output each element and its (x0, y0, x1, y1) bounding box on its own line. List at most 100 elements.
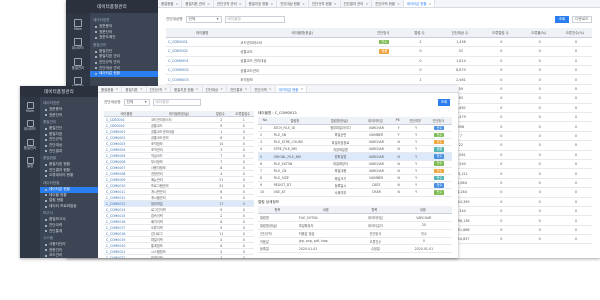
tab[interactable]: 품질현황 × (98, 86, 123, 92)
close-icon[interactable]: × (270, 2, 273, 6)
column-header[interactable]: 오류컬럼 수 (481, 28, 520, 38)
tab[interactable]: 품질지표 × (122, 86, 147, 92)
column-header[interactable]: 테이블명 (166, 28, 239, 38)
table-row[interactable]: 2 FILE_SN 파일순번 NUMBER Y Y 전수 (258, 131, 452, 140)
table-row[interactable]: 1 ATCH_FILE_ID 첨부파일아이디 VARCHAR Y Y 전수 (258, 124, 452, 132)
tab[interactable]: 품질지표 관리 × (182, 0, 214, 7)
table-name-input-back[interactable]: 테이블명 (152, 98, 201, 106)
sidebar-item[interactable]: 코드관리 (40, 253, 98, 258)
table-row[interactable]: 진단규칙 허용값 점검 진단방식 전수 (258, 229, 452, 238)
column-header[interactable]: 진단여부 (405, 117, 425, 125)
table-row[interactable]: 컬럼명 FILE_EXTSN 데이터타입 VARCHAR (258, 213, 452, 223)
close-icon[interactable]: × (164, 87, 167, 91)
close-icon[interactable]: × (365, 2, 368, 6)
tab[interactable]: 진단이력 현황 × (372, 0, 404, 7)
table-cell: 샘플 (366, 46, 401, 57)
close-icon[interactable]: × (244, 87, 247, 91)
column-header[interactable]: 항목 (354, 206, 394, 215)
close-icon[interactable]: × (302, 2, 305, 6)
column-header[interactable]: 내용 (296, 206, 355, 215)
close-icon[interactable]: × (429, 2, 432, 6)
table-row[interactable]: C_CDE0002 공통코드 샘플 0 52 0 0 0 (166, 46, 592, 57)
tab[interactable]: 진단대상 × (203, 86, 227, 92)
table-row[interactable]: 컬럼명(한글) 파일확장자 데이터길이 20 (258, 221, 452, 230)
nav-gear[interactable]: 설정 (20, 157, 40, 168)
table-row[interactable]: C_COM0001 공통코드 관리대상 0 1,814 0 0 0 (166, 56, 592, 67)
table-row[interactable]: 등록일 2020-01-01 수정일 2020-01-01 (258, 244, 452, 254)
close-icon[interactable]: × (140, 87, 143, 91)
column-header[interactable]: 오류건수(%) (557, 28, 592, 38)
nav-check[interactable]: 품질관리 (66, 57, 90, 70)
table-row[interactable]: C_CDE0001 코드관리마스터 전수 2 1,456 0 0 0 (166, 37, 592, 48)
table-row[interactable]: 허용값 jpg, png, pdf, hwp 오류건수 0 (258, 237, 452, 246)
tab[interactable]: 진단규칙 관리 × (214, 0, 246, 7)
table-cell: 9 (258, 181, 272, 190)
search-button[interactable]: 조회 (555, 15, 569, 23)
column-header[interactable]: 내용 (393, 206, 452, 215)
sidebar-item[interactable]: 데이터값 현황 (90, 71, 158, 77)
table-row[interactable]: C_COM0003 조직정보 1 2,461 0 0 0 (166, 74, 592, 85)
tab[interactable]: 품질현황 × (158, 0, 183, 7)
scope-select-back[interactable]: 전체 ▾ (123, 98, 150, 106)
scope-select[interactable]: 전체 ▾ (185, 15, 222, 23)
table-row[interactable]: 9 REGIST_DT 등록일시 DATE N Y 전수 (258, 181, 452, 190)
table-row[interactable]: C_COM0022 환경설정 3 0 (104, 254, 254, 258)
column-header[interactable]: 컬럼명 (271, 117, 319, 125)
tab[interactable]: 진단대상 현황 × (277, 0, 309, 7)
column-header[interactable]: 오류율(%) (519, 28, 558, 38)
table-row[interactable]: 4 STRE_FILE_NM 저장파일명 VARCHAR N Y 샘플 (258, 145, 452, 154)
tab[interactable]: 데이터값 현황 × (275, 86, 308, 92)
nav-grid[interactable]: Main (66, 19, 90, 31)
close-icon[interactable]: × (115, 87, 118, 91)
close-icon[interactable]: × (220, 87, 223, 91)
column-list-table: No 컬럼명 컬럼명(한글) 데이터타입 PK 진단여부 진단방식 1 ATCH_FILE_ID… (258, 117, 452, 197)
column-header[interactable]: 컬럼 수 (400, 28, 439, 38)
table-list: 테이블명 테이블명(한글) 컬럼수 오류컬럼수 C_CDE0001 코드관리마스터 2 1 C_… (104, 111, 254, 258)
table-row[interactable]: 5 ORIGNL_FILE_NM 원파일명 VARCHAR N Y 전수 (258, 152, 452, 161)
tab[interactable]: 진단규칙 현황 × (309, 0, 341, 7)
tab[interactable]: 진단결과 × (227, 86, 252, 92)
table-row[interactable]: 6 FILE_EXTSN 파일확장자 VARCHAR N Y 전수 (258, 160, 452, 168)
table-row[interactable]: 10 USE_AT 사용여부 CHAR N Y 전수 (258, 188, 452, 197)
nav-chart[interactable]: 대시보드 (20, 120, 40, 131)
tab-label: 진단이력 현황 (375, 2, 395, 6)
nav-chart[interactable]: 대시보드 (66, 38, 90, 50)
close-icon[interactable]: × (397, 2, 400, 6)
tab[interactable]: 데이터값 현황 × (403, 0, 436, 7)
table-row[interactable]: 3 FILE_STRE_COURS 파일저장경로 VARCHAR N Y 전수 (258, 138, 452, 147)
table-name-input[interactable]: 테이블명 (224, 15, 285, 23)
table-row[interactable]: 7 FILE_CN 파일내용 VARCHAR N Y 전수 (258, 167, 452, 176)
column-header[interactable]: No (258, 117, 272, 125)
table-cell: 전수 (424, 174, 452, 183)
download-button[interactable]: 다운로드 (572, 15, 592, 23)
column-header[interactable]: 컬럼명(한글) (318, 117, 361, 125)
close-icon[interactable]: × (239, 2, 242, 6)
column-header[interactable]: 테이블명(한글) (238, 28, 367, 38)
tab-label: 품질현황 (161, 2, 174, 6)
column-header[interactable]: PK (389, 117, 406, 125)
table-cell: VARCHAR (393, 213, 452, 223)
column-header[interactable]: 진단방식 (366, 28, 401, 38)
close-icon[interactable]: × (300, 87, 303, 91)
table-row[interactable]: C_COM0002 공통코드관리 0 8,870 0 0 0 (166, 65, 592, 76)
column-header[interactable]: 데이터타입 (360, 117, 390, 125)
column-header[interactable]: 진단대상 수 (438, 28, 482, 38)
tab[interactable]: 품질지표 현황 × (171, 86, 203, 92)
sidebar-item-label: 코드관리 (49, 253, 63, 258)
close-icon[interactable]: × (269, 87, 272, 91)
status-chip: 전수 (434, 139, 445, 145)
close-icon[interactable]: × (334, 2, 337, 6)
column-header[interactable]: 항목 (258, 206, 297, 215)
close-icon[interactable]: × (175, 2, 178, 6)
nav-grid[interactable]: Main (20, 102, 40, 113)
nav-check[interactable]: 품질관리 (20, 138, 40, 150)
tab[interactable]: 품질지표 현황 × (246, 0, 278, 7)
tab[interactable]: 진단규칙 × (147, 86, 171, 92)
close-icon[interactable]: × (207, 2, 210, 6)
close-icon[interactable]: × (196, 87, 199, 91)
tab[interactable]: 진단결과 관리 × (341, 0, 373, 7)
table-row[interactable]: 8 FILE_SIZE 파일크기 NUMBER N Y 전수 (258, 174, 452, 183)
tab[interactable]: 진단이력 × (251, 86, 276, 92)
search-button-back[interactable]: 조회 (438, 98, 450, 106)
column-header[interactable]: 진단방식 (424, 117, 452, 125)
